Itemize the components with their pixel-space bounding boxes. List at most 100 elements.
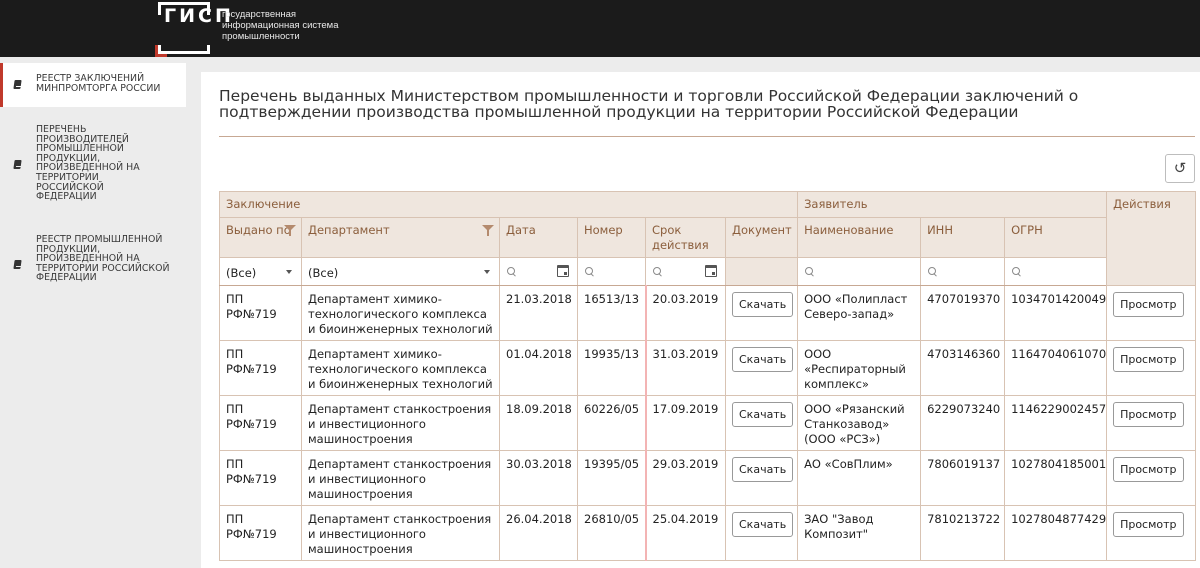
cell-date: 18.09.2018 (499, 395, 578, 451)
view-button[interactable]: Просмотр (1113, 292, 1184, 317)
filter-issued-by-select[interactable]: (Все) (219, 257, 302, 286)
download-button[interactable]: Скачать (732, 292, 794, 317)
cell-ogrn: 1146229002457 (1004, 395, 1108, 451)
table-row: ПП РФ№719 Департамент химико-технологиче… (219, 285, 1197, 341)
download-button[interactable]: Скачать (732, 402, 794, 427)
download-button[interactable]: Скачать (732, 347, 794, 372)
cell-issued-by: ПП РФ№719 (219, 450, 302, 506)
column-header-issued-by[interactable]: Выдано по (219, 217, 302, 258)
calendar-icon[interactable] (705, 265, 717, 277)
cell-issued-by: ПП РФ№719 (219, 505, 302, 561)
table-row: ПП РФ№719 Департамент станкостроения и и… (219, 505, 1197, 561)
top-bar: ГИСП государственная информационная сист… (0, 0, 1200, 57)
view-button[interactable]: Просмотр (1113, 457, 1184, 482)
column-header-date[interactable]: Дата (499, 217, 578, 258)
cell-ogrn: 1034701420049 (1004, 285, 1108, 341)
cell-name: ООО «Рязанский Станкозавод» (ООО «РСЗ») (797, 395, 922, 451)
tagline-line: информационная система (222, 20, 339, 31)
cell-inn: 4707019370 (920, 285, 1006, 341)
column-header-department[interactable]: Департамент (301, 217, 500, 258)
sidebar-item-manufacturers-list[interactable]: ПЕРЕЧЕНЬ ПРОИЗВОДИТЕЛЕЙ ПРОМЫШЛЕННОЙ ПРО… (0, 119, 186, 215)
table-row: ПП РФ№719 Департамент химико-технологиче… (219, 340, 1197, 396)
group-header-applicant: Заявитель (797, 191, 1108, 218)
column-header-validity[interactable]: Срок действия (645, 217, 726, 258)
filter-funnel-icon[interactable] (482, 225, 494, 236)
cell-document: Скачать (724, 505, 799, 561)
column-header-name[interactable]: Наименование (797, 217, 922, 258)
cell-department: Департамент химико-технологического комп… (301, 340, 500, 396)
filter-date-input[interactable] (499, 257, 578, 286)
filter-row: (Все) (Все) (219, 257, 1196, 286)
select-value: (Все) (226, 266, 257, 280)
cell-date: 01.04.2018 (499, 340, 578, 396)
search-icon (653, 267, 662, 276)
sidebar-item-conclusions-registry[interactable]: РЕЕСТР ЗАКЛЮЧЕНИЙ МИНПРОМТОРГА РОССИИ (0, 63, 186, 107)
sidebar-item-products-registry[interactable]: РЕЕСТР ПРОМЫШЛЕННОЙ ПРОДУКЦИИ, ПРОИЗВЕДЕ… (0, 229, 186, 309)
conclusions-table: Заключение Заявитель Действия Выдано по … (218, 191, 1197, 561)
filter-name-input[interactable] (797, 257, 922, 286)
filter-funnel-icon[interactable] (284, 225, 296, 236)
cell-issued-by: ПП РФ№719 (219, 285, 302, 341)
book-icon (14, 80, 23, 90)
cell-department: Департамент станкостроения и инвестицион… (301, 395, 500, 451)
calendar-icon[interactable] (557, 265, 569, 277)
filter-ogrn-input[interactable] (1004, 257, 1108, 286)
group-header-actions: Действия (1106, 191, 1197, 286)
cell-department: Департамент химико-технологического комп… (301, 285, 500, 341)
chevron-down-icon (286, 270, 292, 274)
cell-number: 19395/05 (577, 450, 646, 506)
view-button[interactable]: Просмотр (1113, 402, 1184, 427)
cell-document: Скачать (724, 395, 799, 451)
cell-document: Скачать (724, 450, 799, 506)
cell-document: Скачать (724, 285, 799, 341)
cell-validity: 29.03.2019 (644, 450, 726, 506)
download-button[interactable]: Скачать (732, 512, 794, 537)
logo-tagline: государственная информационная система п… (222, 9, 382, 42)
cell-validity: 31.03.2019 (644, 340, 726, 396)
logo-text: ГИСП (164, 5, 234, 27)
cell-inn: 4703146360 (920, 340, 1006, 396)
cell-actions: Просмотр (1106, 450, 1197, 506)
sidebar-item-label: РЕЕСТР ПРОМЫШЛЕННОЙ ПРОДУКЦИИ, ПРОИЗВЕДЕ… (36, 234, 170, 284)
cell-department: Департамент станкостроения и инвестицион… (301, 505, 500, 561)
search-icon (585, 267, 594, 276)
search-icon (507, 267, 516, 276)
page-title: Перечень выданных Министерством промышле… (219, 87, 1079, 121)
cell-actions: Просмотр (1106, 505, 1197, 561)
download-button[interactable]: Скачать (732, 457, 794, 482)
sidebar-item-label: ПЕРЕЧЕНЬ ПРОИЗВОДИТЕЛЕЙ ПРОМЫШЛЕННОЙ ПРО… (36, 124, 140, 203)
column-header-inn[interactable]: ИНН (920, 217, 1006, 258)
cell-inn: 7810213722 (920, 505, 1006, 561)
search-icon (1012, 267, 1021, 276)
cell-validity: 17.09.2019 (644, 395, 726, 451)
filter-document-empty (724, 257, 799, 286)
cell-number: 19935/13 (577, 340, 646, 396)
cell-issued-by: ПП РФ№719 (219, 395, 302, 451)
filter-department-select[interactable]: (Все) (301, 257, 500, 286)
cell-date: 30.03.2018 (499, 450, 578, 506)
sidebar: РЕЕСТР ЗАКЛЮЧЕНИЙ МИНПРОМТОРГА РОССИИ ПЕ… (0, 57, 186, 568)
sidebar-item-label: РЕЕСТР ЗАКЛЮЧЕНИЙ МИНПРОМТОРГА РОССИИ (36, 73, 161, 94)
reset-filters-button[interactable]: ↺ (1165, 154, 1195, 183)
view-button[interactable]: Просмотр (1113, 347, 1184, 372)
select-value: (Все) (308, 266, 339, 280)
title-divider (219, 136, 1195, 137)
cell-date: 21.03.2018 (499, 285, 578, 341)
column-header-document[interactable]: Документ (724, 217, 799, 258)
tagline-line: промышленности (222, 31, 300, 42)
filter-validity-input[interactable] (645, 257, 726, 286)
cell-actions: Просмотр (1106, 340, 1197, 396)
main-content: Перечень выданных Министерством промышле… (201, 72, 1200, 568)
cell-ogrn: 1027804877429 (1004, 505, 1108, 561)
book-icon (14, 160, 23, 170)
gisp-logo[interactable]: ГИСП (155, 2, 234, 57)
table-group-header: Заключение Заявитель Действия (218, 191, 1197, 286)
table-column-header: Выдано по Департамент Дата Номер Срок де… (219, 217, 1196, 258)
cell-name: АО «СовПлим» (797, 450, 922, 506)
column-header-number[interactable]: Номер (577, 217, 646, 258)
cell-department: Департамент станкостроения и инвестицион… (301, 450, 500, 506)
filter-inn-input[interactable] (920, 257, 1006, 286)
view-button[interactable]: Просмотр (1113, 512, 1184, 537)
column-header-ogrn[interactable]: ОГРН (1004, 217, 1108, 258)
filter-number-input[interactable] (577, 257, 646, 286)
